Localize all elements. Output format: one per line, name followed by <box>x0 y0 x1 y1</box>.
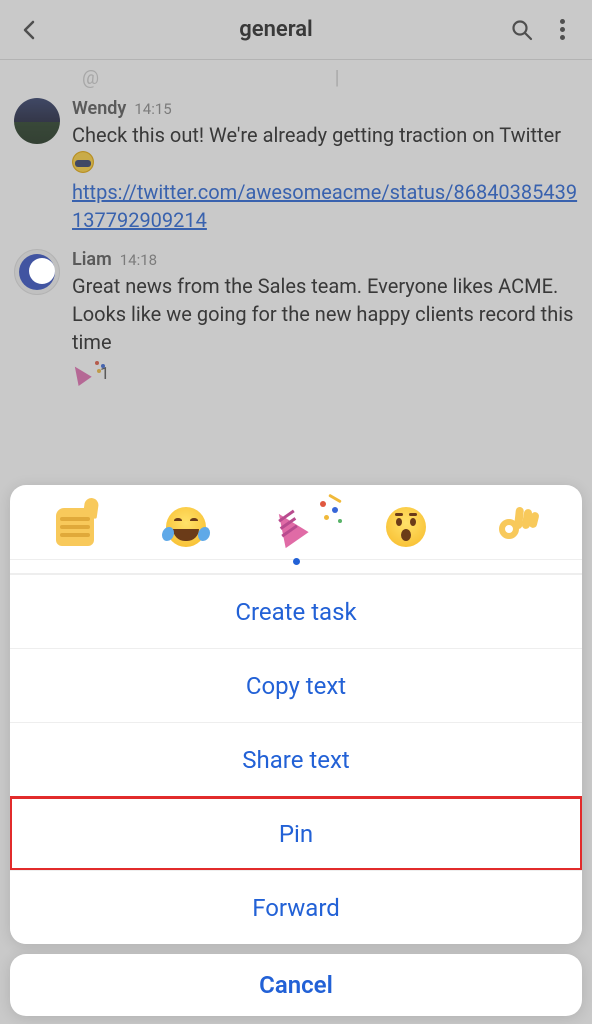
cancel-label: Cancel <box>259 971 333 999</box>
action-cancel[interactable]: Cancel <box>10 954 582 1016</box>
reaction-thumbs-up[interactable] <box>51 503 99 551</box>
action-pin[interactable]: Pin <box>10 796 582 870</box>
action-copy-text[interactable]: Copy text <box>10 648 582 722</box>
reaction-ok-hand[interactable] <box>493 503 541 551</box>
action-label: Pin <box>279 820 313 848</box>
action-sheet: Create task Copy text Share text Pin For… <box>10 485 582 1016</box>
reaction-pager <box>10 558 582 574</box>
joy-icon <box>166 507 206 547</box>
ok-hand-icon <box>497 507 537 547</box>
wow-icon <box>386 507 426 547</box>
thumbs-up-icon <box>56 508 94 546</box>
tada-icon <box>274 505 318 549</box>
pager-dot <box>293 558 300 565</box>
reaction-picker-row <box>10 485 582 560</box>
reaction-tada[interactable] <box>272 503 320 551</box>
action-label: Copy text <box>246 672 346 700</box>
action-label: Forward <box>252 894 340 922</box>
action-share-text[interactable]: Share text <box>10 722 582 796</box>
action-label: Create task <box>235 598 356 626</box>
action-create-task[interactable]: Create task <box>10 574 582 648</box>
reaction-joy[interactable] <box>162 503 210 551</box>
action-label: Share text <box>242 746 349 774</box>
action-forward[interactable]: Forward <box>10 870 582 944</box>
reaction-wow[interactable] <box>382 503 430 551</box>
